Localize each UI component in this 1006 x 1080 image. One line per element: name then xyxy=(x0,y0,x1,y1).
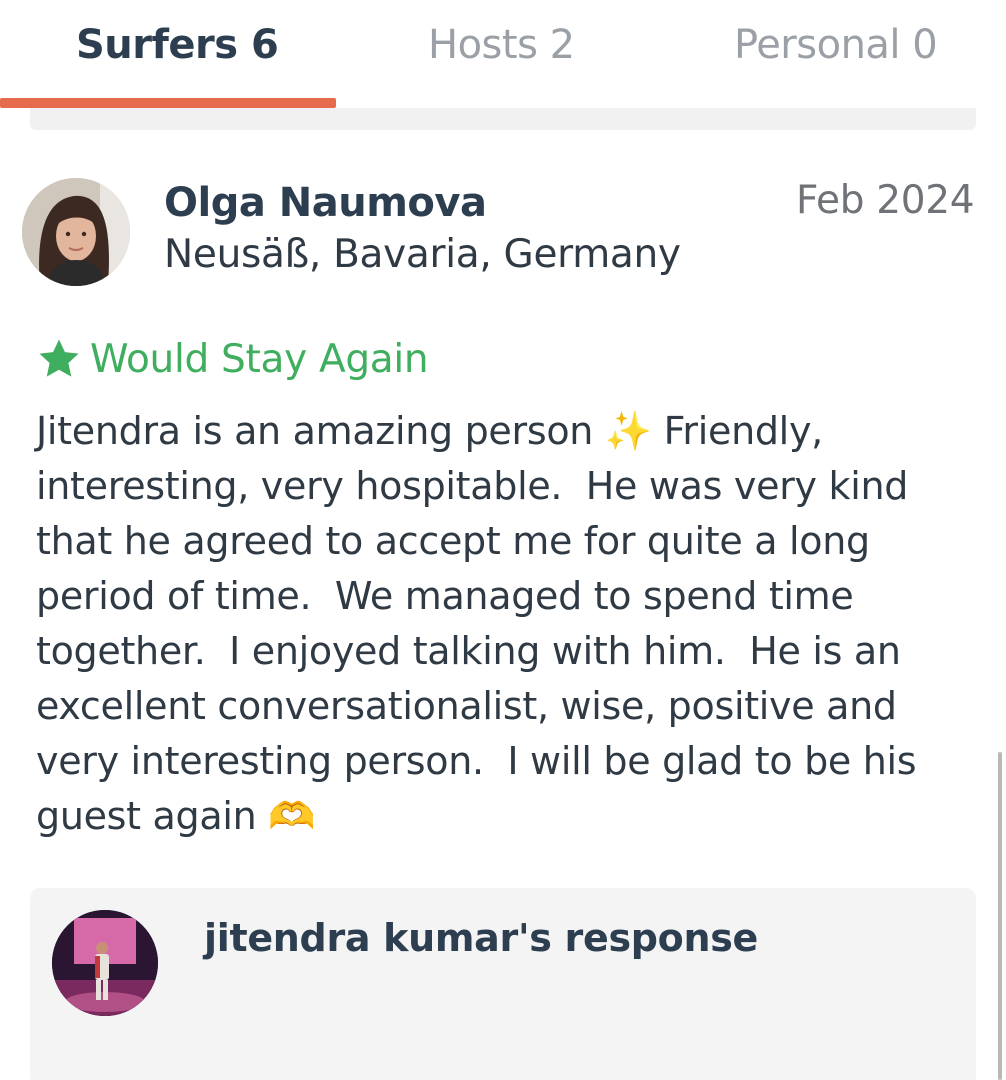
tab-divider xyxy=(30,108,976,130)
review-tabs: Surfers 6 Hosts 2 Personal 0 xyxy=(0,0,1006,130)
reviewer-photo xyxy=(22,178,130,286)
responder-photo xyxy=(52,910,158,1016)
review-text: Jitendra is an amazing person ✨ Friendly… xyxy=(36,409,917,838)
reviewer-name[interactable]: Olga Naumova xyxy=(164,180,487,226)
active-tab-indicator xyxy=(0,98,336,108)
responder-avatar[interactable] xyxy=(52,910,158,1016)
star-icon xyxy=(39,339,79,377)
reviewer-location: Neusäß, Bavaria, Germany xyxy=(164,232,681,277)
response-title: jitendra kumar's response xyxy=(204,916,759,960)
tab-personal[interactable]: Personal 0 xyxy=(734,22,938,68)
would-stay-again-label: Would Stay Again xyxy=(90,336,429,382)
tab-surfers[interactable]: Surfers 6 xyxy=(76,22,279,68)
would-stay-again-badge: Would Stay Again xyxy=(36,336,429,382)
scrollbar[interactable] xyxy=(998,752,1002,1080)
tab-hosts[interactable]: Hosts 2 xyxy=(428,22,575,68)
host-response: jitendra kumar's response xyxy=(30,888,976,1080)
review-date: Feb 2024 xyxy=(796,178,975,223)
reviewer-avatar[interactable] xyxy=(22,178,130,286)
